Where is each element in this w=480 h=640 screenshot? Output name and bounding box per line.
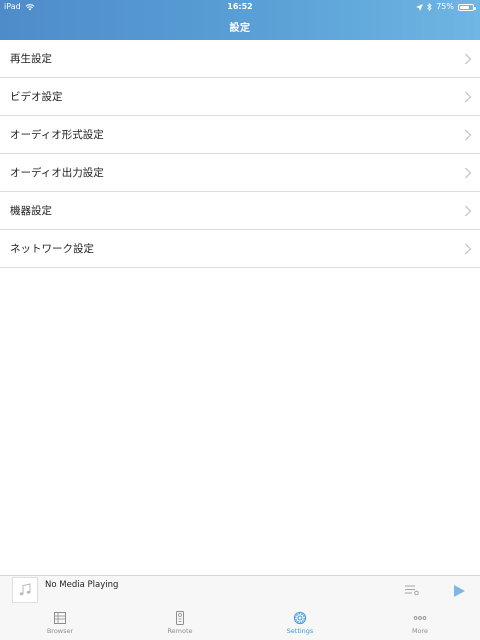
status-bar: iPad 16:52 75% [0,0,480,14]
browser-icon [54,612,66,624]
settings-list: 再生設定 ビデオ設定 オーディオ形式設定 オーディオ出力設定 機器設定 ネットワ… [0,40,480,268]
battery-fill [460,5,469,9]
status-time: 16:52 [227,2,253,11]
tab-settings[interactable]: Settings [240,605,360,640]
tab-remote[interactable]: Remote [120,605,240,640]
battery-percent: 75% [436,2,454,11]
page-title: 設定 [229,23,251,34]
tab-label: More [411,627,429,635]
location-icon [416,3,424,11]
chevron-right-icon [465,167,472,179]
settings-row-label: 再生設定 [10,53,52,65]
chevron-right-icon [465,243,472,255]
settings-row-video[interactable]: ビデオ設定 [0,78,480,116]
queue-list-icon[interactable] [404,584,420,596]
chevron-right-icon [465,91,472,103]
settings-row-device[interactable]: 機器設定 [0,192,480,230]
chevron-right-icon [465,205,472,217]
tab-more[interactable]: More [360,605,480,640]
settings-row-network[interactable]: ネットワーク設定 [0,230,480,268]
settings-row-audio-output[interactable]: オーディオ出力設定 [0,154,480,192]
settings-row-label: ビデオ設定 [10,91,63,103]
mini-player[interactable]: No Media Playing [0,575,480,606]
settings-row-label: オーディオ形式設定 [10,129,104,141]
settings-row-label: 機器設定 [10,205,52,217]
tab-label: Browser [46,627,74,635]
play-icon[interactable] [452,584,466,598]
more-icon [413,616,427,620]
settings-row-audio-format[interactable]: オーディオ形式設定 [0,116,480,154]
gear-icon [293,611,307,625]
album-artwork [12,577,38,603]
chevron-right-icon [465,53,472,65]
navigation-header: iPad 16:52 75% 設定 [0,0,480,40]
bluetooth-icon [427,3,432,11]
music-note-icon [19,583,31,596]
remote-icon [176,611,184,625]
settings-row-label: オーディオ出力設定 [10,167,104,179]
tab-label: Settings [286,627,314,635]
settings-row-label: ネットワーク設定 [10,243,94,255]
chevron-right-icon [465,129,472,141]
tab-browser[interactable]: Browser [0,605,120,640]
tab-label: Remote [167,627,193,635]
now-playing-title: No Media Playing [45,580,119,590]
tab-bar: Browser Remote Settings More [0,605,480,640]
settings-row-playback[interactable]: 再生設定 [0,40,480,78]
battery-icon [458,3,476,11]
